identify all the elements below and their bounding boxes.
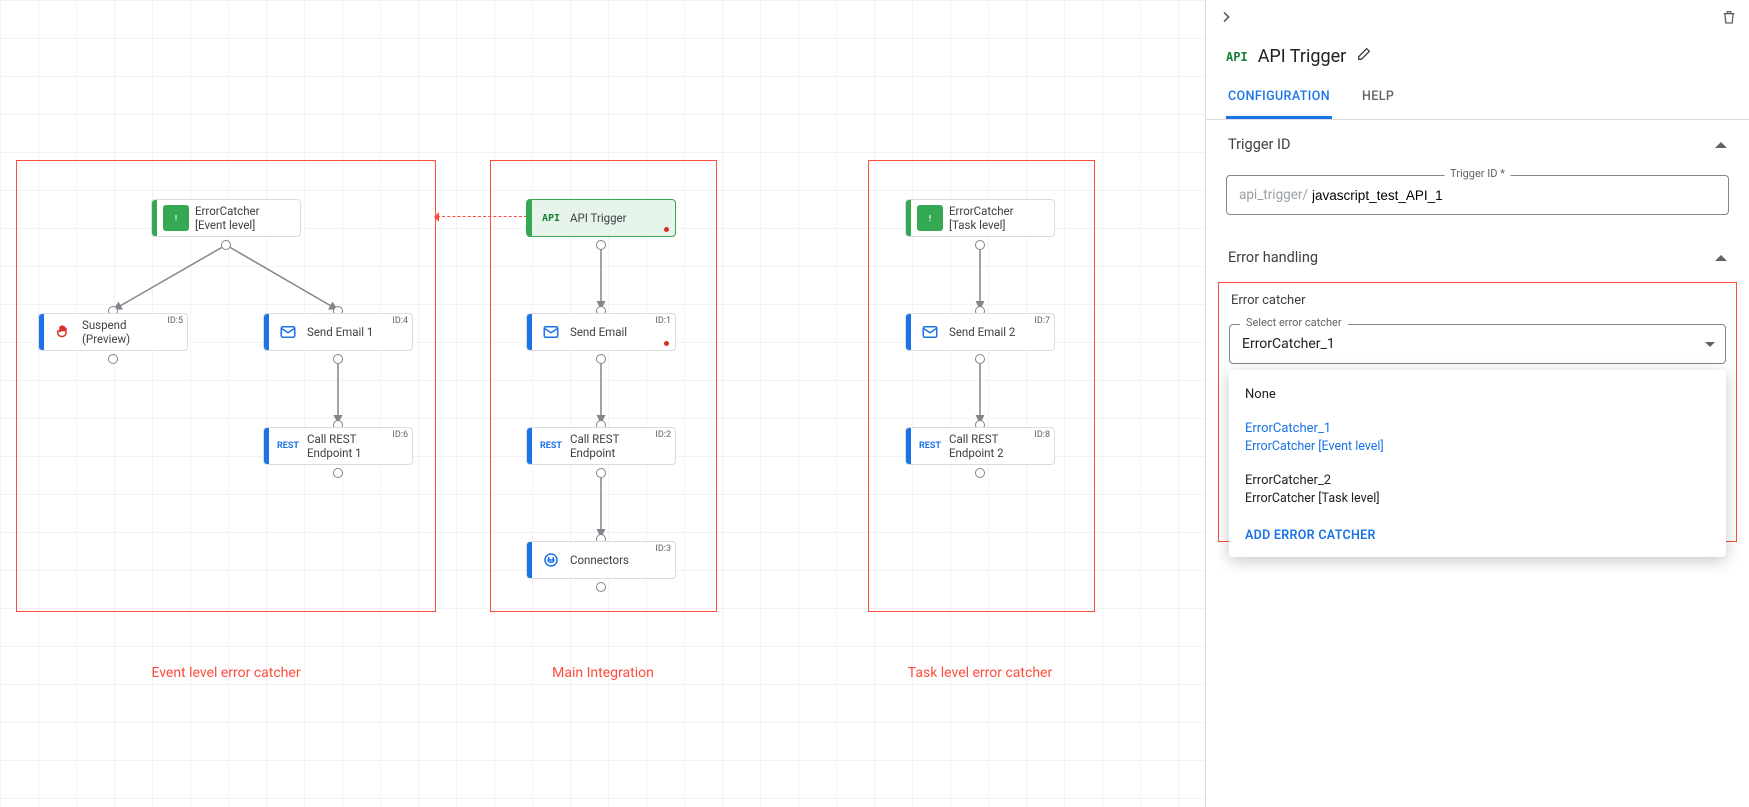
node-title: Call REST Endpoint bbox=[570, 432, 667, 460]
node-title: API Trigger bbox=[570, 211, 667, 225]
node-title: Call REST Endpoint 1 bbox=[307, 432, 404, 460]
node-title: Suspend (Preview) bbox=[82, 318, 179, 346]
section-error-handling[interactable]: Error handling bbox=[1206, 233, 1749, 274]
mail-icon bbox=[917, 319, 943, 345]
node-id: ID:8 bbox=[1034, 430, 1050, 440]
dropdown-option-none[interactable]: None bbox=[1229, 378, 1726, 412]
panel-tabs: CONFIGURATION HELP bbox=[1206, 79, 1749, 120]
node-title: Send Email bbox=[570, 325, 667, 339]
node-send-email-2[interactable]: Send Email 2 ID:7 bbox=[905, 313, 1055, 351]
node-send-email[interactable]: Send Email ID:1 bbox=[526, 313, 676, 351]
node-rest-main[interactable]: REST Call REST Endpoint ID:2 bbox=[526, 427, 676, 465]
node-id: ID:4 bbox=[392, 316, 408, 326]
error-catcher-select[interactable]: Select error catcher ErrorCatcher_1 bbox=[1229, 324, 1726, 364]
rest-icon: REST bbox=[917, 433, 943, 459]
trigger-id-prefix: api_trigger/ bbox=[1239, 187, 1308, 203]
error-dot-icon bbox=[664, 341, 669, 346]
error-icon bbox=[917, 205, 943, 231]
rest-icon: REST bbox=[538, 433, 564, 459]
port[interactable] bbox=[975, 240, 985, 250]
error-icon bbox=[163, 205, 189, 231]
region-task-label: Task level error catcher bbox=[880, 665, 1080, 681]
add-error-catcher-button[interactable]: ADD ERROR CATCHER bbox=[1229, 516, 1726, 549]
section-label: Trigger ID bbox=[1228, 136, 1291, 153]
option-sub: ErrorCatcher [Event level] bbox=[1245, 438, 1710, 456]
chevron-down-icon bbox=[1705, 342, 1715, 352]
node-api-trigger[interactable]: API API Trigger bbox=[526, 199, 676, 237]
api-icon: API bbox=[1226, 50, 1248, 64]
dropdown-option-2[interactable]: ErrorCatcher_2 ErrorCatcher [Task level] bbox=[1229, 464, 1726, 516]
properties-panel: API API Trigger CONFIGURATION HELP Trigg… bbox=[1205, 0, 1749, 807]
select-legend: Select error catcher bbox=[1240, 316, 1348, 329]
node-errorcatcher-task[interactable]: ErrorCatcher [Task level] bbox=[905, 199, 1055, 237]
rest-icon: REST bbox=[275, 433, 301, 459]
connector-icon bbox=[538, 547, 564, 573]
port[interactable] bbox=[975, 354, 985, 364]
node-suspend[interactable]: Suspend (Preview) ID:5 bbox=[38, 313, 188, 351]
port[interactable] bbox=[596, 240, 606, 250]
node-title: Send Email 1 bbox=[307, 325, 404, 339]
port[interactable] bbox=[596, 468, 606, 478]
error-catcher-label: Error catcher bbox=[1231, 293, 1726, 308]
node-id: ID:6 bbox=[392, 430, 408, 440]
api-icon: API bbox=[538, 205, 564, 231]
node-connectors[interactable]: Connectors ID:3 bbox=[526, 541, 676, 579]
node-send-email-1[interactable]: Send Email 1 ID:4 bbox=[263, 313, 413, 351]
integration-canvas[interactable]: Event level error catcher Main Integrati… bbox=[0, 0, 1205, 807]
select-value: ErrorCatcher_1 bbox=[1242, 336, 1335, 352]
tab-help[interactable]: HELP bbox=[1360, 79, 1396, 119]
option-sub: ErrorCatcher [Task level] bbox=[1245, 490, 1710, 508]
node-title: Send Email 2 bbox=[949, 325, 1046, 339]
port[interactable] bbox=[975, 468, 985, 478]
tab-configuration[interactable]: CONFIGURATION bbox=[1226, 79, 1332, 119]
trigger-id-input[interactable] bbox=[1312, 188, 1716, 203]
mail-icon bbox=[538, 319, 564, 345]
node-rest-2[interactable]: REST Call REST Endpoint 2 ID:8 bbox=[905, 427, 1055, 465]
node-id: ID:2 bbox=[655, 430, 671, 440]
panel-title: API Trigger bbox=[1258, 46, 1347, 67]
option-name: ErrorCatcher_2 bbox=[1245, 472, 1710, 490]
collapse-panel-button[interactable] bbox=[1218, 9, 1234, 30]
node-rest-1[interactable]: REST Call REST Endpoint 1 ID:6 bbox=[263, 427, 413, 465]
error-catcher-box: Error catcher Select error catcher Error… bbox=[1218, 282, 1737, 542]
hand-icon bbox=[50, 319, 76, 345]
field-legend: Trigger ID * bbox=[1444, 167, 1511, 180]
port[interactable] bbox=[108, 354, 118, 364]
node-id: ID:7 bbox=[1034, 316, 1050, 326]
dropdown-option-1[interactable]: ErrorCatcher_1 ErrorCatcher [Event level… bbox=[1229, 412, 1726, 464]
edit-title-button[interactable] bbox=[1356, 46, 1372, 67]
node-title: ErrorCatcher [Task level] bbox=[949, 204, 1046, 232]
section-trigger-id[interactable]: Trigger ID bbox=[1206, 120, 1749, 161]
option-name: ErrorCatcher_1 bbox=[1245, 420, 1710, 438]
port[interactable] bbox=[221, 240, 231, 250]
node-id: ID:5 bbox=[167, 316, 183, 326]
trigger-id-field[interactable]: Trigger ID * api_trigger/ bbox=[1226, 175, 1729, 215]
port[interactable] bbox=[596, 354, 606, 364]
node-errorcatcher-event[interactable]: ErrorCatcher [Event level] bbox=[151, 199, 301, 237]
region-event-label: Event level error catcher bbox=[126, 665, 326, 681]
error-dot-icon bbox=[664, 227, 669, 232]
chevron-up-icon bbox=[1715, 249, 1727, 261]
port[interactable] bbox=[333, 468, 343, 478]
port[interactable] bbox=[333, 354, 343, 364]
node-title: Connectors bbox=[570, 553, 667, 567]
node-title: ErrorCatcher [Event level] bbox=[195, 204, 292, 232]
node-id: ID:3 bbox=[655, 544, 671, 554]
error-catcher-dropdown: None ErrorCatcher_1 ErrorCatcher [Event … bbox=[1229, 370, 1726, 557]
node-id: ID:1 bbox=[655, 316, 671, 326]
delete-button[interactable] bbox=[1721, 9, 1737, 30]
chevron-up-icon bbox=[1715, 136, 1727, 148]
section-label: Error handling bbox=[1228, 249, 1318, 266]
node-title: Call REST Endpoint 2 bbox=[949, 432, 1046, 460]
port[interactable] bbox=[596, 582, 606, 592]
region-main-label: Main Integration bbox=[503, 665, 703, 681]
mail-icon bbox=[275, 319, 301, 345]
dashed-arrow bbox=[437, 216, 527, 217]
